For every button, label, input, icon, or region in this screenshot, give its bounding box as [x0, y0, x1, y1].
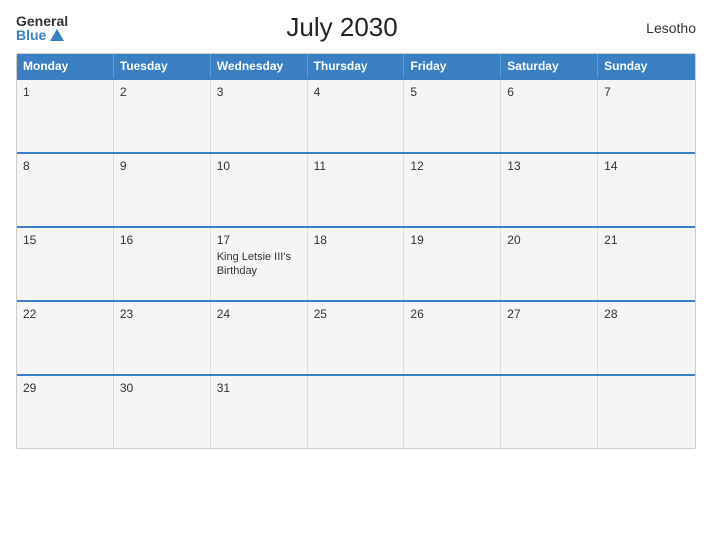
header-friday: Friday — [404, 54, 501, 78]
day-number: 7 — [604, 85, 689, 99]
header-sunday: Sunday — [598, 54, 695, 78]
day-number: 8 — [23, 159, 107, 173]
day-number: 4 — [314, 85, 398, 99]
cal-cell: 4 — [308, 80, 405, 152]
day-number: 19 — [410, 233, 494, 247]
day-number: 20 — [507, 233, 591, 247]
cal-cell: 29 — [17, 376, 114, 448]
cal-cell: 27 — [501, 302, 598, 374]
cal-cell: 13 — [501, 154, 598, 226]
calendar-week-2: 89 10 11 12 13 14 — [17, 152, 695, 226]
header-monday: Monday — [17, 54, 114, 78]
logo-blue-text: Blue — [16, 28, 64, 42]
header-saturday: Saturday — [501, 54, 598, 78]
cal-cell: 18 — [308, 228, 405, 300]
calendar-week-3: 15 16 17 King Letsie III's Birthday 18 19 20 21 — [17, 226, 695, 300]
calendar-week-4: 22 23 24 25 26 27 28 — [17, 300, 695, 374]
cal-cell: 19 — [404, 228, 501, 300]
day-number: 13 — [507, 159, 591, 173]
day-number: 25 — [314, 307, 398, 321]
day-number: 11 — [314, 159, 398, 173]
day-number: 12 — [410, 159, 494, 173]
day-number: 2 — [120, 85, 204, 99]
header: General Blue July 2030 Lesotho — [16, 12, 696, 43]
cal-cell: 17 King Letsie III's Birthday — [211, 228, 308, 300]
day-number: 24 — [217, 307, 301, 321]
calendar-week-1: 1234567 — [17, 78, 695, 152]
cal-cell — [598, 376, 695, 448]
day-number: 27 — [507, 307, 591, 321]
cal-cell: 26 — [404, 302, 501, 374]
calendar-grid: Monday Tuesday Wednesday Thursday Friday… — [16, 53, 696, 449]
cal-cell: 21 — [598, 228, 695, 300]
cal-cell: 31 — [211, 376, 308, 448]
day-number: 18 — [314, 233, 398, 247]
cal-cell: 25 — [308, 302, 405, 374]
header-wednesday: Wednesday — [211, 54, 308, 78]
cal-cell: 7 — [598, 80, 695, 152]
day-number: 10 — [217, 159, 301, 173]
cal-cell: 20 — [501, 228, 598, 300]
day-number: 23 — [120, 307, 204, 321]
cal-cell: 14 — [598, 154, 695, 226]
cal-cell: 10 — [211, 154, 308, 226]
day-number: 29 — [23, 381, 107, 395]
cal-cell: 22 — [17, 302, 114, 374]
day-number: 31 — [217, 381, 301, 395]
calendar-header-row: Monday Tuesday Wednesday Thursday Friday… — [17, 54, 695, 78]
logo-general-text: General — [16, 14, 68, 28]
cal-cell: 2 — [114, 80, 211, 152]
day-number: 14 — [604, 159, 689, 173]
day-number: 28 — [604, 307, 689, 321]
cal-cell: 6 — [501, 80, 598, 152]
day-number: 22 — [23, 307, 107, 321]
day-number: 3 — [217, 85, 301, 99]
cal-cell: 1 — [17, 80, 114, 152]
calendar-body: 1234567891011121314151617King Letsie III… — [17, 78, 695, 448]
cal-cell — [404, 376, 501, 448]
cal-cell: 8 — [17, 154, 114, 226]
cal-cell: 3 — [211, 80, 308, 152]
cal-cell: 28 — [598, 302, 695, 374]
day-number: 30 — [120, 381, 204, 395]
header-tuesday: Tuesday — [114, 54, 211, 78]
day-number: 17 — [217, 233, 301, 247]
cal-cell: 23 — [114, 302, 211, 374]
day-number: 9 — [120, 159, 204, 173]
cal-cell — [501, 376, 598, 448]
cal-cell: 9 — [114, 154, 211, 226]
event-label: King Letsie III's Birthday — [217, 250, 301, 279]
day-number: 5 — [410, 85, 494, 99]
cal-cell: 11 — [308, 154, 405, 226]
calendar-page: General Blue July 2030 Lesotho Monday Tu… — [0, 0, 712, 550]
cal-cell: 5 — [404, 80, 501, 152]
cal-cell: 12 — [404, 154, 501, 226]
calendar-title: July 2030 — [68, 12, 616, 43]
calendar-week-5: 29 30 31 — [17, 374, 695, 448]
day-number: 26 — [410, 307, 494, 321]
day-number: 16 — [120, 233, 204, 247]
cal-cell: 30 — [114, 376, 211, 448]
cal-cell: 15 — [17, 228, 114, 300]
day-number: 21 — [604, 233, 689, 247]
header-thursday: Thursday — [308, 54, 405, 78]
day-number: 6 — [507, 85, 591, 99]
cal-cell — [308, 376, 405, 448]
cal-cell: 16 — [114, 228, 211, 300]
country-label: Lesotho — [616, 20, 696, 36]
cal-cell: 24 — [211, 302, 308, 374]
day-number: 15 — [23, 233, 107, 247]
day-number: 1 — [23, 85, 107, 99]
logo-triangle-icon — [50, 29, 64, 41]
logo: General Blue — [16, 14, 68, 42]
